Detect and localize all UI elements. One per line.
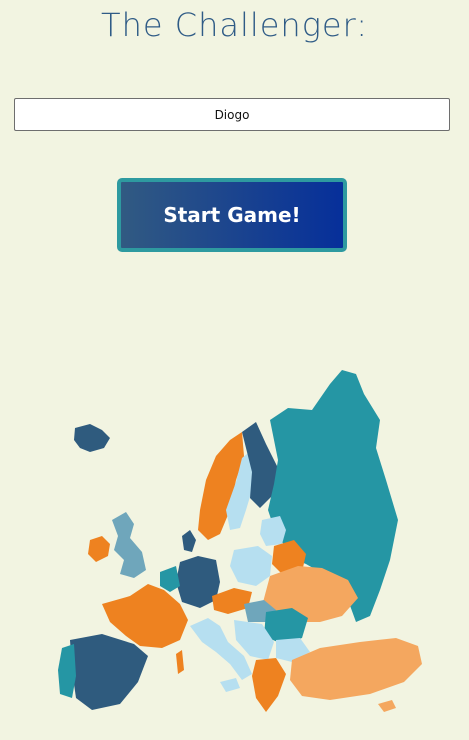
map-country-benelux[interactable] xyxy=(160,566,180,592)
map-country-denmark[interactable] xyxy=(182,530,196,552)
map-country-cyprus[interactable] xyxy=(378,700,396,712)
map-country-portugal[interactable] xyxy=(58,644,76,698)
map-country-uk[interactable] xyxy=(112,512,146,578)
map-country-sicily[interactable] xyxy=(220,678,240,692)
map-country-iceland[interactable] xyxy=(74,424,110,452)
map-country-greece[interactable] xyxy=(252,658,286,712)
map-country-spain[interactable] xyxy=(70,634,148,710)
map-country-poland[interactable] xyxy=(230,546,272,586)
map-country-corsica[interactable] xyxy=(176,650,184,674)
map-country-ireland[interactable] xyxy=(88,536,110,562)
europe-map xyxy=(58,370,422,712)
page-title: The Challenger: xyxy=(101,6,368,44)
player-name-input[interactable] xyxy=(14,98,450,131)
map-country-turkey[interactable] xyxy=(290,638,422,700)
start-game-button[interactable]: Start Game! xyxy=(117,178,347,252)
